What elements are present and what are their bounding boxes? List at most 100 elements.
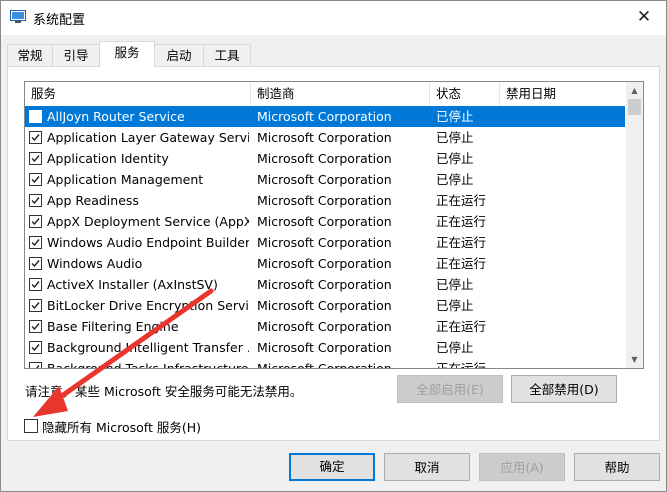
table-row[interactable]: Background Tasks Infrastructure ... Micro… (25, 358, 625, 369)
service-checkbox[interactable] (29, 299, 42, 312)
service-status: 已停止 (436, 109, 474, 124)
services-panel: 服务 制造商 状态 禁用日期 AllJoyn Router Service Mic… (7, 66, 660, 441)
table-row[interactable]: ActiveX Installer (AxInstSV) Microsoft Co… (25, 274, 625, 295)
service-checkbox[interactable] (29, 152, 42, 165)
service-name: Application Management (47, 172, 204, 187)
checkmark-icon (31, 344, 40, 352)
checkmark-icon (31, 155, 40, 163)
tab-general[interactable]: 常规 (7, 44, 53, 66)
table-row[interactable]: BitLocker Drive Encryption Service Micros… (25, 295, 625, 316)
table-row[interactable]: App Readiness Microsoft Corporation 正在运行 (25, 190, 625, 211)
service-status: 已停止 (436, 151, 474, 166)
service-status: 已停止 (436, 130, 474, 145)
service-name: AllJoyn Router Service (47, 109, 185, 124)
service-manufacturer: Microsoft Corporation (257, 277, 392, 292)
service-manufacturer: Microsoft Corporation (257, 361, 392, 369)
help-button[interactable]: 帮助 (574, 453, 660, 481)
table-row[interactable]: Application Management Microsoft Corporat… (25, 169, 625, 190)
checkmark-icon (31, 113, 40, 121)
service-status: 正在运行 (436, 214, 487, 229)
service-checkbox[interactable] (29, 215, 42, 228)
service-status: 已停止 (436, 277, 474, 292)
checkmark-icon (31, 281, 40, 289)
service-manufacturer: Microsoft Corporation (257, 298, 392, 313)
column-header-disabled-date[interactable]: 禁用日期 (500, 82, 625, 106)
table-row[interactable]: Windows Audio Microsoft Corporation 正在运行 (25, 253, 625, 274)
checkmark-icon (31, 302, 40, 310)
service-rows: AllJoyn Router Service Microsoft Corporat… (25, 106, 625, 369)
table-row[interactable]: Windows Audio Endpoint Builder Microsoft … (25, 232, 625, 253)
service-checkbox[interactable] (29, 131, 42, 144)
service-status: 正在运行 (436, 319, 487, 334)
checkmark-icon (31, 176, 40, 184)
scrollbar-thumb[interactable] (628, 99, 641, 115)
service-checkbox[interactable] (29, 194, 42, 207)
service-checkbox[interactable] (29, 362, 42, 368)
disable-all-button[interactable]: 全部禁用(D) (511, 375, 617, 403)
title-bar: 系统配置 ✕ (1, 1, 666, 35)
column-header-service[interactable]: 服务 (25, 82, 251, 106)
service-name: Application Identity (47, 151, 169, 166)
checkmark-icon (36, 365, 40, 368)
service-name: BitLocker Drive Encryption Service (47, 298, 249, 313)
service-manufacturer: Microsoft Corporation (257, 235, 392, 250)
service-checkbox[interactable] (29, 341, 42, 354)
service-name: AppX Deployment Service (AppX... (47, 214, 249, 229)
service-manufacturer: Microsoft Corporation (257, 340, 392, 355)
service-name: Windows Audio Endpoint Builder (47, 235, 249, 250)
service-manufacturer: Microsoft Corporation (257, 319, 392, 334)
service-manufacturer: Microsoft Corporation (257, 256, 392, 271)
vertical-scrollbar[interactable]: ▲ ▼ (626, 82, 643, 368)
service-checkbox[interactable] (29, 320, 42, 333)
service-name: Windows Audio (47, 256, 143, 271)
services-list[interactable]: 服务 制造商 状态 禁用日期 AllJoyn Router Service Mic… (24, 81, 644, 369)
service-manufacturer: Microsoft Corporation (257, 109, 392, 124)
tab-services[interactable]: 服务 (99, 41, 155, 67)
checkmark-icon (31, 134, 40, 142)
hide-checkbox-label: 隐藏所有 Microsoft 服务(H) (42, 420, 201, 435)
checkmark-icon (31, 260, 40, 268)
service-name: Background Tasks Infrastructure ... (47, 361, 249, 369)
checkmark-icon (31, 323, 40, 331)
table-row[interactable]: AppX Deployment Service (AppX... Microsof… (25, 211, 625, 232)
service-status: 正在运行 (436, 361, 487, 369)
service-manufacturer: Microsoft Corporation (257, 193, 392, 208)
service-status: 已停止 (436, 172, 474, 187)
checkmark-icon (31, 218, 40, 226)
tab-tools[interactable]: 工具 (203, 44, 251, 66)
service-manufacturer: Microsoft Corporation (257, 130, 392, 145)
table-row[interactable]: Application Layer Gateway Service Microso… (25, 127, 625, 148)
service-status: 正在运行 (436, 235, 487, 250)
column-header-manufacturer[interactable]: 制造商 (251, 82, 430, 106)
hide-checkbox-box[interactable] (24, 419, 38, 433)
apply-button[interactable]: 应用(A) (479, 453, 565, 481)
service-status: 已停止 (436, 298, 474, 313)
checkmark-icon (31, 239, 40, 247)
scroll-down-icon[interactable]: ▼ (626, 351, 643, 368)
system-configuration-window: 系统配置 ✕ 常规 引导 服务 启动 工具 服务 制造商 状态 禁用日期 All… (0, 0, 667, 492)
service-checkbox[interactable] (29, 257, 42, 270)
service-checkbox[interactable] (29, 110, 42, 123)
service-manufacturer: Microsoft Corporation (257, 214, 392, 229)
service-manufacturer: Microsoft Corporation (257, 172, 392, 187)
column-header-status[interactable]: 状态 (430, 82, 500, 106)
tab-startup[interactable]: 启动 (154, 44, 204, 66)
tab-boot[interactable]: 引导 (52, 44, 100, 66)
table-row[interactable]: Base Filtering Engine Microsoft Corporati… (25, 316, 625, 337)
service-status: 正在运行 (436, 193, 487, 208)
service-manufacturer: Microsoft Corporation (257, 151, 392, 166)
table-row[interactable]: Background Intelligent Transfer ... Micro… (25, 337, 625, 358)
ok-button[interactable]: 确定 (289, 453, 375, 481)
service-checkbox[interactable] (29, 278, 42, 291)
service-checkbox[interactable] (29, 173, 42, 186)
cancel-button[interactable]: 取消 (384, 453, 470, 481)
scroll-up-icon[interactable]: ▲ (626, 82, 643, 99)
service-name: App Readiness (47, 193, 139, 208)
service-name: Base Filtering Engine (47, 319, 179, 334)
checkmark-icon (31, 197, 40, 205)
enable-all-button[interactable]: 全部启用(E) (397, 375, 503, 403)
table-row[interactable]: Application Identity Microsoft Corporatio… (25, 148, 625, 169)
table-row[interactable]: AllJoyn Router Service Microsoft Corporat… (25, 106, 625, 127)
close-icon[interactable]: ✕ (632, 5, 656, 29)
service-checkbox[interactable] (29, 236, 42, 249)
